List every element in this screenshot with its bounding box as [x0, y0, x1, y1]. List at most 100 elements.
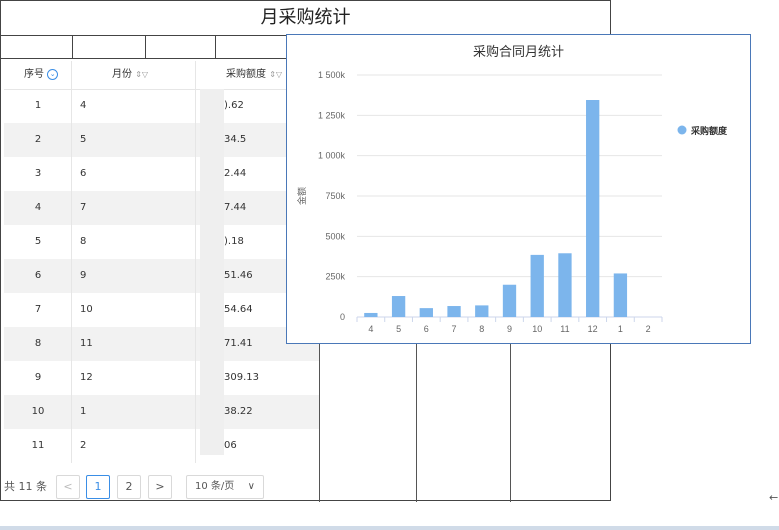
filter-icon[interactable]: ▽	[276, 70, 282, 79]
y-tick-label: 250k	[325, 272, 345, 282]
y-axis-label: 金额	[296, 187, 308, 205]
grid-line	[510, 336, 511, 502]
table-row[interactable]: 10 1 38.22	[4, 395, 320, 429]
y-tick-label: 0	[340, 312, 345, 322]
x-tick-label: 8	[479, 324, 484, 334]
bar	[391, 296, 406, 317]
y-tick-label: 500k	[325, 231, 345, 241]
month-cell: 11	[80, 338, 93, 349]
header-cell	[146, 35, 216, 58]
table-row[interactable]: 2 5 34.5	[4, 123, 320, 157]
bar	[530, 254, 544, 317]
table-header-row: 序号 ⌄ 月份 ⇕▽ 采购额度 ⇕▽	[4, 61, 320, 90]
x-tick-label: 7	[452, 324, 457, 334]
table-row[interactable]: 4 7 7.44	[4, 191, 320, 225]
bar	[502, 284, 517, 317]
circle-chevron-icon[interactable]: ⌄	[47, 68, 59, 80]
x-tick-label: 5	[396, 324, 401, 334]
header-index-label: 序号	[24, 69, 44, 80]
bar	[613, 273, 628, 317]
page-1-button[interactable]: 1	[86, 475, 110, 499]
table-row[interactable]: 3 6 2.44	[4, 157, 320, 191]
report-title: 月采购统计	[1, 1, 610, 36]
amount-cell: 38.22	[224, 406, 253, 417]
index-cell: 2	[34, 134, 42, 145]
page-size-label: 10 条/页	[195, 481, 235, 492]
y-tick-label: 1 250k	[318, 110, 346, 120]
header-cell	[73, 35, 146, 58]
month-cell: 2	[80, 440, 87, 451]
amount-cell: 71.41	[224, 338, 253, 349]
legend-label: 采购额度	[690, 125, 728, 137]
x-tick-label: 11	[560, 324, 569, 334]
bar	[558, 253, 572, 317]
sort-icon[interactable]: ⇕	[135, 70, 142, 79]
header-amount[interactable]: 采购额度 ⇕▽	[226, 61, 282, 89]
table-row[interactable]: 1 4).62	[4, 89, 320, 123]
grid-line	[319, 336, 320, 502]
back-arrow-icon[interactable]: ←	[769, 491, 778, 504]
y-tick-label: 750k	[325, 191, 345, 201]
amount-cell: 51.46	[224, 270, 253, 281]
index-cell: 1	[34, 100, 42, 111]
header-month[interactable]: 月份 ⇕▽	[112, 61, 148, 89]
amount-cell: ).18	[224, 236, 244, 247]
header-amount-label: 采购额度	[226, 69, 266, 80]
index-cell: 7	[34, 304, 42, 315]
bar	[364, 312, 378, 317]
amount-cell: 34.5	[224, 134, 247, 145]
amount-cell: 54.64	[224, 304, 253, 315]
table-row[interactable]: 6 9 51.46	[4, 259, 320, 293]
bar	[447, 306, 461, 317]
month-cell: 1	[80, 406, 87, 417]
month-cell: 8	[80, 236, 87, 247]
amount-cell: 309.13	[224, 372, 259, 383]
filter-icon[interactable]: ▽	[142, 70, 148, 79]
index-cell: 8	[34, 338, 42, 349]
chart-panel: 采购合同月统计 0 250k 500k 750k 1 000k 1 250k 1 500k 4…	[286, 34, 751, 344]
page-2-button[interactable]: 2	[117, 475, 141, 499]
index-cell: 9	[34, 372, 42, 383]
index-cell: 11	[31, 440, 45, 451]
amount-cell: 7.44	[224, 202, 247, 213]
redacted-overlay	[200, 89, 224, 455]
x-tick-label: 6	[424, 324, 429, 334]
purchase-table: 序号 ⌄ 月份 ⇕▽ 采购额度 ⇕▽ 1 4).62 2 5 34.5 3 6 2.44 4 7 7…	[4, 61, 320, 471]
month-cell: 6	[80, 168, 87, 179]
index-cell: 4	[34, 202, 42, 213]
bar	[475, 305, 489, 317]
y-tick-label: 1 000k	[318, 151, 346, 161]
bar-chart: 0 250k 500k 750k 1 000k 1 250k 1 500k 4 5 6 7 8 9 10 1…	[296, 70, 728, 334]
month-cell: 12	[80, 372, 93, 383]
chevron-down-icon: ∨	[247, 481, 255, 492]
bottom-bar	[0, 526, 779, 530]
x-tick-label: 1	[618, 324, 623, 334]
legend-marker	[677, 125, 687, 135]
next-page-button[interactable]: >	[148, 475, 172, 499]
amount-cell: ).62	[224, 100, 244, 111]
header-month-label: 月份	[112, 69, 132, 80]
index-cell: 5	[34, 236, 42, 247]
x-tick-label: 4	[368, 324, 373, 334]
x-tick-label: 2	[646, 324, 651, 334]
table-row[interactable]: 7 10 54.64	[4, 293, 320, 327]
month-cell: 5	[80, 134, 87, 145]
table-row[interactable]: 5 8 ).18	[4, 225, 320, 259]
page-size-select[interactable]: 10 条/页 ∨	[186, 475, 264, 499]
x-tick-label: 9	[507, 324, 512, 334]
prev-page-button[interactable]: <	[56, 475, 80, 499]
index-cell: 10	[31, 406, 45, 417]
table-row[interactable]: 9 12 309.13	[4, 361, 320, 395]
month-cell: 10	[80, 304, 93, 315]
pagination-total: 共 11 条	[4, 480, 47, 493]
month-cell: 9	[80, 270, 87, 281]
sort-icon[interactable]: ⇕	[269, 70, 276, 79]
bar	[586, 100, 600, 317]
column-divider	[195, 61, 196, 463]
header-index[interactable]: 序号 ⌄	[24, 61, 59, 89]
table-row[interactable]: 8 11 71.41	[4, 327, 320, 361]
grid-line	[416, 336, 417, 502]
x-tick-label: 10	[532, 324, 542, 334]
table-row[interactable]: 11 2 06	[4, 429, 320, 463]
y-tick-label: 1 500k	[318, 70, 346, 80]
